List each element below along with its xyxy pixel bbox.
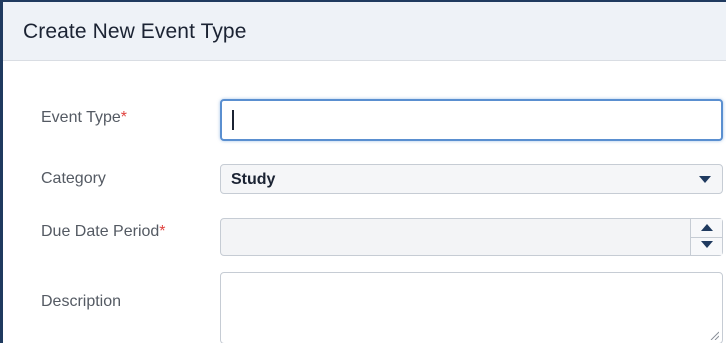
description-textarea[interactable]	[220, 272, 723, 343]
due-date-period-input[interactable]	[235, 219, 682, 255]
description-label: Description	[41, 293, 122, 310]
chevron-down-icon[interactable]	[699, 176, 711, 183]
arrow-down-icon[interactable]	[701, 241, 713, 248]
create-event-type-dialog: Create New Event Type Event Type* Catego…	[0, 0, 726, 343]
category-label: Category	[41, 170, 106, 187]
event-type-label-text: Event Type	[41, 109, 121, 126]
dialog-header: Create New Event Type	[3, 2, 726, 61]
category-selected-value: Study	[231, 171, 276, 188]
category-select[interactable]: Study	[220, 164, 723, 194]
spinner-controls	[690, 219, 722, 255]
required-marker: *	[159, 223, 166, 240]
event-type-field[interactable]	[220, 99, 723, 141]
event-type-label: Event Type*	[41, 109, 127, 127]
due-date-period-label-text: Due Date Period	[41, 223, 160, 240]
dialog-title: Create New Event Type	[23, 20, 247, 43]
event-type-input[interactable]	[236, 101, 715, 139]
due-date-period-stepper[interactable]	[220, 218, 723, 256]
required-marker: *	[120, 109, 127, 126]
spinner-divider	[691, 237, 722, 238]
text-cursor	[232, 110, 234, 130]
arrow-up-icon[interactable]	[701, 224, 713, 231]
due-date-period-label: Due Date Period*	[41, 223, 166, 241]
resize-handle-icon[interactable]	[709, 330, 719, 340]
